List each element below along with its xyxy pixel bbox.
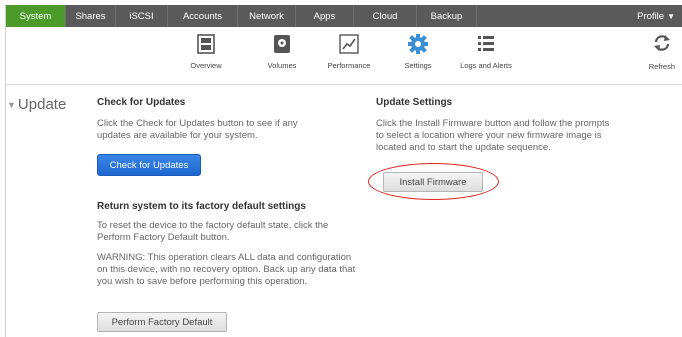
tab-network[interactable]: Network	[238, 5, 296, 27]
check-updates-text-1: Click the Check for Updates button to se…	[97, 118, 298, 129]
profile-label: Profile	[637, 10, 665, 22]
subnav-settings[interactable]: Settings	[383, 33, 453, 70]
refresh-button[interactable]: Refresh	[649, 33, 675, 71]
check-for-updates-button[interactable]: Check for Updates	[97, 154, 201, 176]
collapse-triangle-icon: ▼	[7, 99, 16, 110]
tab-accounts[interactable]: Accounts	[168, 5, 238, 27]
check-updates-panel: Check for Updates Click the Check for Up…	[97, 97, 367, 142]
volumes-icon	[271, 33, 293, 55]
check-updates-title: Check for Updates	[97, 97, 186, 108]
subnav-performance[interactable]: Performance	[314, 33, 384, 70]
tab-system[interactable]: System	[6, 5, 66, 27]
update-settings-text-2: to select a location where your new firm…	[376, 130, 602, 141]
section-title: Update	[17, 96, 67, 113]
factory-warning-2: on this device, with no recovery option.…	[97, 264, 356, 275]
factory-warning-3: you wish to save before performing this …	[97, 276, 308, 287]
tab-shares[interactable]: Shares	[66, 5, 116, 27]
factory-warning-1: WARNING: This operation clears ALL data …	[97, 252, 352, 263]
perform-factory-default-button[interactable]: Perform Factory Default	[97, 312, 227, 332]
subnav-logs-alerts[interactable]: Logs and Alerts	[451, 33, 521, 70]
tab-iscsi[interactable]: iSCSI	[116, 5, 168, 27]
factory-default-panel: Return system to its factory default set…	[97, 201, 372, 288]
factory-default-text-2: Perform Factory Default button.	[97, 232, 230, 243]
list-icon	[475, 33, 497, 55]
app-frame: System Shares iSCSI Accounts Network App…	[5, 5, 682, 337]
sub-nav: Overview Volumes Performance Settings Lo…	[6, 27, 682, 85]
factory-default-title: Return system to its factory default set…	[97, 201, 306, 212]
update-settings-text-1: Click the Install Firmware button and fo…	[376, 118, 610, 129]
overview-icon	[195, 33, 217, 55]
factory-default-text-1: To reset the device to the factory defau…	[97, 220, 329, 231]
subnav-volumes[interactable]: Volumes	[247, 33, 317, 70]
update-settings-panel: Update Settings Click the Install Firmwa…	[376, 97, 676, 154]
refresh-icon	[652, 33, 672, 56]
subnav-overview[interactable]: Overview	[171, 33, 241, 70]
gear-icon	[407, 33, 429, 55]
profile-menu[interactable]: Profile ▼	[629, 5, 682, 27]
check-updates-text-2: updates are available for your system.	[97, 130, 258, 141]
top-nav: System Shares iSCSI Accounts Network App…	[6, 5, 682, 27]
tab-apps[interactable]: Apps	[296, 5, 354, 27]
update-settings-text-3: located and to start the update sequence…	[376, 142, 551, 153]
tab-cloud[interactable]: Cloud	[354, 5, 417, 27]
section-update[interactable]: ▼ Update	[7, 96, 66, 113]
performance-icon	[338, 33, 360, 55]
chevron-down-icon: ▼	[667, 11, 675, 21]
tab-backup[interactable]: Backup	[417, 5, 477, 27]
install-firmware-button[interactable]: Install Firmware	[383, 172, 483, 192]
update-settings-title: Update Settings	[376, 97, 453, 108]
